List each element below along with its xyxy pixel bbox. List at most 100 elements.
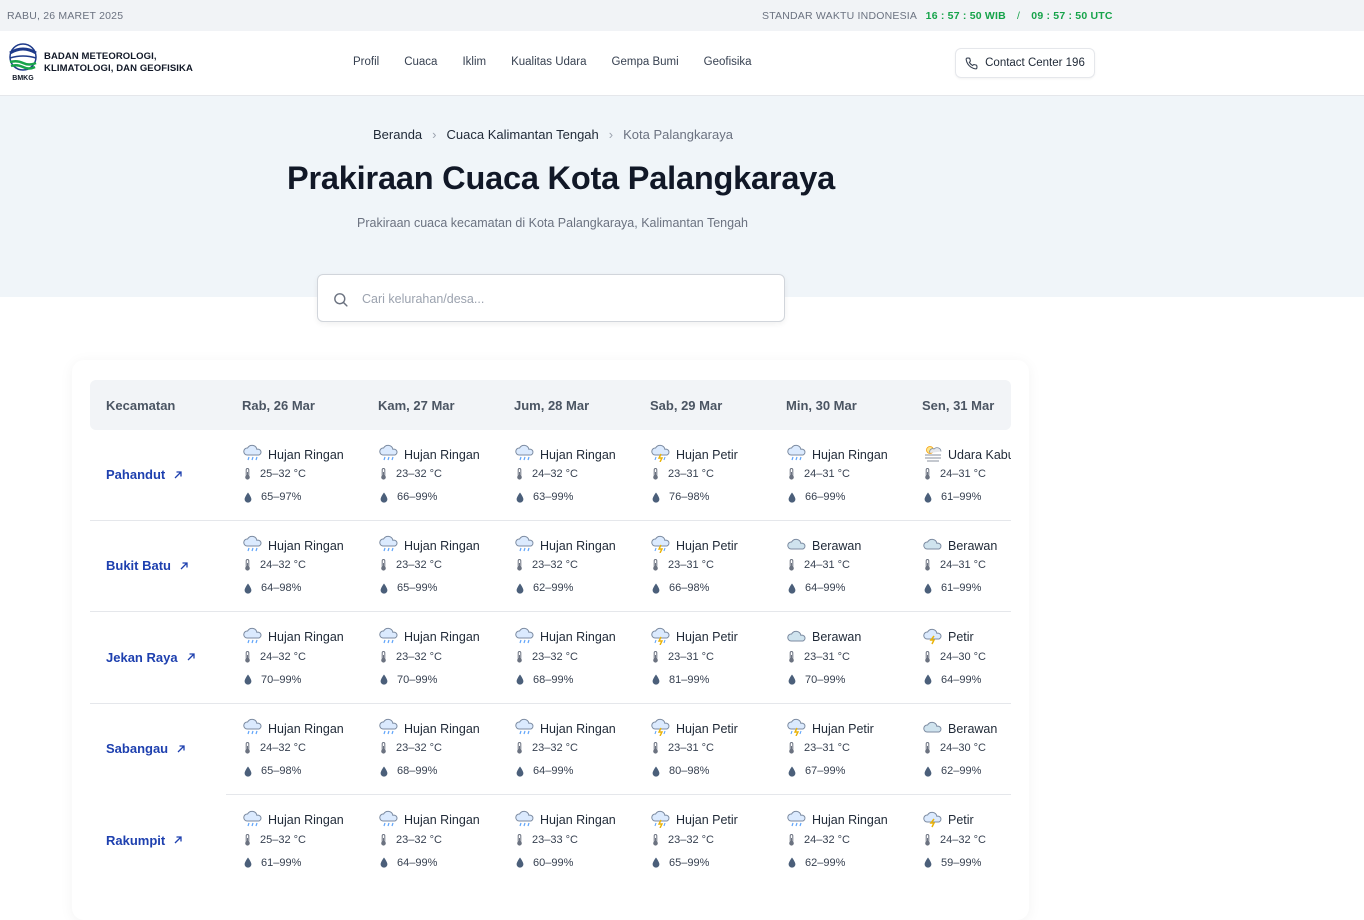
rain-cloud-icon [514, 444, 540, 465]
condition-label: Berawan [948, 721, 998, 736]
condition-label: Hujan Ringan [404, 447, 480, 462]
weather-condition: Hujan Ringan [378, 535, 480, 556]
temperature-range: 23–32 °C [380, 468, 442, 480]
temperature-value: 23–32 °C [396, 650, 442, 663]
temperature-value: 24–30 °C [940, 742, 986, 755]
breadcrumb-beranda[interactable]: Beranda [373, 127, 422, 142]
condition-label: Hujan Ringan [268, 447, 344, 462]
search-box [317, 274, 785, 322]
temperature-value: 24–30 °C [940, 650, 986, 663]
humidity-range: 70–99% [380, 674, 437, 686]
external-link-icon [180, 562, 188, 570]
column-header-day: Jum, 28 Mar [514, 398, 590, 413]
humidity-range: 66–99% [788, 491, 845, 503]
kecamatan-link[interactable]: Bukit Batu [106, 558, 189, 573]
kecamatan-link[interactable]: Sabangau [106, 741, 186, 756]
temperature-value: 24–32 °C [804, 833, 850, 846]
humidity-drop-icon [652, 674, 660, 685]
humidity-range: 64–99% [380, 857, 437, 869]
weather-condition: Udara Kabur [922, 444, 1011, 465]
rain-cloud-icon [514, 718, 540, 739]
external-link-icon [177, 745, 185, 753]
temperature-value: 23–31 °C [668, 468, 714, 480]
humidity-value: 65–97% [261, 491, 302, 503]
thermometer-icon [789, 468, 794, 480]
temperature-range: 23–33 °C [516, 833, 578, 846]
thermometer-icon [789, 742, 794, 754]
bmkg-logo-icon: BMKG [9, 43, 37, 82]
humidity-range: 59–99% [924, 857, 981, 869]
thermometer-icon [789, 833, 794, 846]
temperature-range: 23–31 °C [652, 650, 714, 663]
rain-cloud-icon [378, 444, 404, 465]
thermometer-icon [517, 468, 522, 480]
humidity-value: 61–99% [261, 856, 302, 869]
thermometer-icon [517, 833, 522, 846]
external-link-icon [187, 653, 195, 661]
condition-label: Hujan Ringan [540, 447, 616, 462]
condition-label: Hujan Ringan [404, 721, 480, 736]
nav-item-kualitas-udara[interactable]: Kualitas Udara [511, 56, 586, 68]
humidity-range: 65–99% [380, 582, 437, 594]
nav-item-geofisika[interactable]: Geofisika [704, 56, 752, 68]
temperature-value: 23–32 °C [668, 833, 714, 846]
thermometer-icon [381, 833, 386, 846]
utc-time: 09 : 57 : 50 UTC [1031, 10, 1113, 22]
weather-condition: Berawan [922, 718, 997, 739]
temperature-range: 24–31 °C [924, 468, 986, 480]
thermometer-icon [653, 468, 658, 480]
weather-condition: Hujan Ringan [242, 810, 344, 831]
nav-item-iklim[interactable]: Iklim [462, 56, 486, 68]
rain-cloud-icon [514, 627, 540, 648]
humidity-value: 64–99% [533, 765, 574, 778]
kecamatan-link[interactable]: Pahandut [106, 467, 183, 482]
weather-condition: Hujan Ringan [514, 627, 616, 648]
humidity-drop-icon [788, 492, 796, 503]
bmkg-logo[interactable]: BMKG [7, 43, 39, 83]
kecamatan-link[interactable]: Rakumpit [106, 833, 183, 848]
humidity-drop-icon [924, 674, 932, 685]
weather-condition: Hujan Petir [650, 627, 738, 648]
thermometer-icon [245, 742, 250, 754]
humidity-drop-icon [516, 492, 524, 503]
nav-item-cuaca[interactable]: Cuaca [404, 56, 437, 68]
kecamatan-link[interactable]: Jekan Raya [106, 650, 196, 665]
weather-condition: Hujan Ringan [242, 444, 344, 465]
temperature-range: 23–32 °C [380, 650, 442, 663]
temperature-range: 24–31 °C [924, 559, 986, 571]
rain-cloud-icon [514, 535, 540, 556]
search-input[interactable] [362, 287, 762, 311]
humidity-drop-icon [924, 857, 932, 868]
temperature-value: 24–31 °C [804, 468, 850, 480]
rain-cloud-icon [378, 810, 404, 831]
condition-label: Berawan [812, 630, 862, 645]
humidity-value: 62–99% [533, 582, 574, 595]
humidity-drop-icon [516, 583, 524, 594]
humidity-drop-icon [244, 674, 252, 685]
rain-cloud-icon [514, 810, 540, 831]
humidity-drop-icon [244, 857, 252, 868]
nav-item-gempa-bumi[interactable]: Gempa Bumi [612, 56, 679, 68]
contact-center-button[interactable]: Contact Center 196 [955, 48, 1095, 78]
temperature-range: 23–31 °C [652, 559, 714, 571]
column-header-day: Sen, 31 Mar [922, 398, 995, 413]
external-link-icon [174, 470, 182, 478]
humidity-value: 68–99% [397, 765, 438, 778]
time-display: STANDAR WAKTU INDONESIA 16 : 57 : 50 WIB… [762, 10, 1113, 22]
temperature-value: 23–31 °C [668, 559, 714, 572]
condition-label: Hujan Petir [812, 721, 874, 736]
humidity-value: 76–98% [669, 491, 710, 503]
breadcrumb-cuaca-kalteng[interactable]: Cuaca Kalimantan Tengah [447, 127, 599, 142]
temperature-range: 23–32 °C [516, 650, 578, 663]
nav-item-profil[interactable]: Profil [353, 56, 379, 68]
weather-condition: Hujan Ringan [514, 444, 616, 465]
condition-label: Hujan Petir [676, 630, 738, 645]
wib-time: 16 : 57 : 50 WIB [925, 10, 1006, 22]
humidity-range: 62–99% [924, 765, 981, 777]
condition-label: Hujan Ringan [268, 721, 344, 736]
humidity-range: 61–99% [924, 582, 981, 594]
condition-label: Udara Kabur [948, 447, 1011, 462]
chevron-right-icon: › [608, 127, 614, 142]
humidity-drop-icon [244, 583, 252, 594]
condition-label: Hujan Ringan [540, 813, 616, 828]
